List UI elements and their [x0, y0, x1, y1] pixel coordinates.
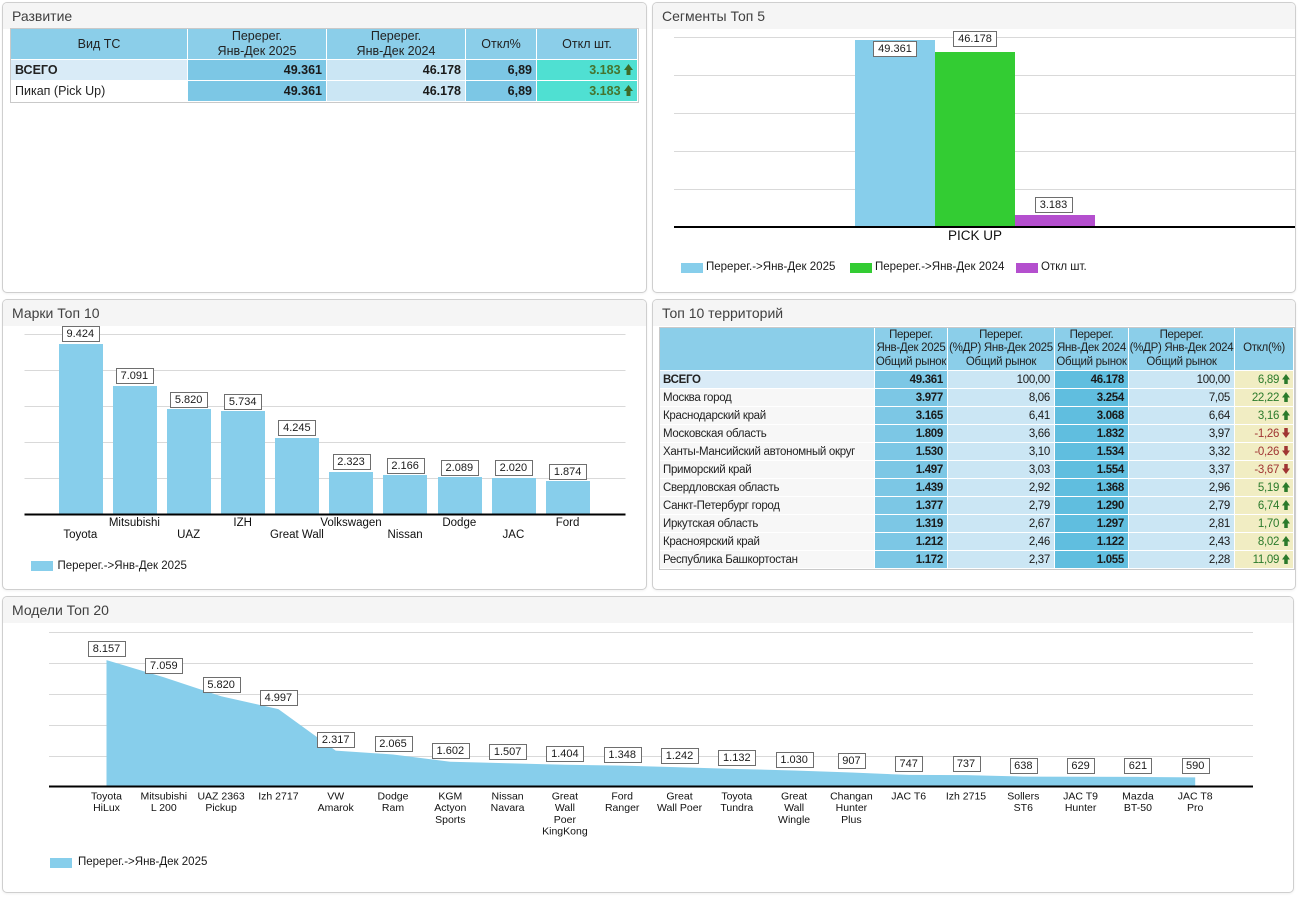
- svg-text:2.166: 2.166: [391, 460, 419, 472]
- svg-text:1.507: 1.507: [494, 746, 522, 758]
- svg-text:Plus: Plus: [841, 814, 861, 826]
- svg-text:1.602: 1.602: [437, 745, 465, 757]
- svg-text:Wall Poer: Wall Poer: [657, 802, 703, 814]
- svg-text:2.020: 2.020: [500, 462, 528, 474]
- svg-text:46.178: 46.178: [958, 33, 992, 45]
- svg-text:Mitsubishi: Mitsubishi: [140, 791, 187, 803]
- svg-text:2.089: 2.089: [446, 462, 474, 474]
- svg-text:1.874: 1.874: [554, 466, 582, 478]
- svg-text:Navara: Navara: [491, 802, 525, 814]
- svg-text:2.065: 2.065: [379, 738, 407, 750]
- svg-text:Dodge: Dodge: [442, 517, 476, 529]
- svg-text:HiLux: HiLux: [93, 802, 121, 814]
- svg-text:1.404: 1.404: [551, 748, 579, 760]
- svg-text:8.157: 8.157: [93, 643, 121, 655]
- svg-text:UAZ 2363: UAZ 2363: [197, 791, 244, 803]
- svg-text:4.245: 4.245: [283, 422, 311, 434]
- svg-text:737: 737: [957, 758, 975, 770]
- svg-text:Mazda: Mazda: [1122, 791, 1154, 803]
- svg-text:Ford: Ford: [556, 517, 580, 529]
- svg-text:Great Wall: Great Wall: [270, 529, 324, 541]
- svg-text:Amarok: Amarok: [318, 802, 355, 814]
- svg-text:Toyota: Toyota: [721, 791, 752, 803]
- svg-text:JAC: JAC: [503, 529, 525, 541]
- svg-text:Wingle: Wingle: [778, 814, 810, 826]
- svg-text:KGM: KGM: [438, 791, 462, 803]
- svg-text:VW: VW: [327, 791, 344, 803]
- svg-text:Toyota: Toyota: [91, 791, 122, 803]
- svg-text:IZH: IZH: [233, 517, 252, 529]
- svg-text:JAC T8: JAC T8: [1178, 791, 1213, 803]
- svg-text:Hunter: Hunter: [836, 802, 868, 814]
- svg-text:638: 638: [1014, 760, 1032, 772]
- svg-text:Toyota: Toyota: [63, 529, 97, 541]
- svg-text:907: 907: [842, 755, 860, 767]
- svg-text:Nissan: Nissan: [388, 529, 423, 541]
- svg-text:JAC T9: JAC T9: [1063, 791, 1098, 803]
- svg-text:Sports: Sports: [435, 814, 465, 826]
- svg-text:590: 590: [1186, 760, 1204, 772]
- svg-text:UAZ: UAZ: [177, 529, 200, 541]
- svg-text:BT-50: BT-50: [1124, 802, 1152, 814]
- svg-text:Tundra: Tundra: [720, 802, 753, 814]
- svg-text:Volkswagen: Volkswagen: [320, 517, 381, 529]
- svg-text:2.323: 2.323: [337, 456, 365, 468]
- svg-text:Changan: Changan: [830, 791, 873, 803]
- svg-text:5.820: 5.820: [207, 679, 235, 691]
- svg-text:Poer: Poer: [554, 814, 577, 826]
- svg-text:5.734: 5.734: [229, 396, 257, 408]
- svg-text:Pickup: Pickup: [205, 802, 237, 814]
- svg-text:9.424: 9.424: [67, 328, 95, 340]
- svg-text:Great: Great: [781, 791, 807, 803]
- svg-text:2.317: 2.317: [322, 734, 350, 746]
- svg-text:L 200: L 200: [151, 802, 177, 814]
- svg-text:Dodge: Dodge: [378, 791, 409, 803]
- svg-text:7.091: 7.091: [121, 370, 149, 382]
- svg-text:Sollers: Sollers: [1007, 791, 1039, 803]
- svg-text:Great: Great: [666, 791, 692, 803]
- svg-text:ST6: ST6: [1014, 802, 1033, 814]
- svg-text:Ram: Ram: [382, 802, 404, 814]
- svg-text:Actyon: Actyon: [434, 802, 466, 814]
- svg-text:Pro: Pro: [1187, 802, 1204, 814]
- svg-text:629: 629: [1071, 760, 1089, 772]
- svg-text:Ranger: Ranger: [605, 802, 640, 814]
- svg-text:621: 621: [1129, 760, 1147, 772]
- svg-text:747: 747: [900, 758, 918, 770]
- svg-text:KingKong: KingKong: [542, 826, 588, 838]
- svg-text:Izh 2715: Izh 2715: [946, 791, 986, 803]
- svg-text:49.361: 49.361: [878, 43, 912, 55]
- svg-text:Wall: Wall: [784, 802, 804, 814]
- svg-text:1.348: 1.348: [608, 749, 636, 761]
- svg-text:7.059: 7.059: [150, 660, 178, 672]
- svg-text:1.030: 1.030: [780, 754, 808, 766]
- svg-text:4.997: 4.997: [265, 692, 293, 704]
- svg-text:Hunter: Hunter: [1065, 802, 1097, 814]
- svg-text:5.820: 5.820: [175, 394, 203, 406]
- svg-text:Izh 2717: Izh 2717: [258, 791, 298, 803]
- svg-text:1.132: 1.132: [723, 752, 751, 764]
- svg-text:Ford: Ford: [611, 791, 633, 803]
- svg-text:Nissan: Nissan: [492, 791, 524, 803]
- svg-text:3.183: 3.183: [1040, 199, 1068, 211]
- svg-text:Wall: Wall: [555, 802, 575, 814]
- svg-text:JAC T6: JAC T6: [891, 791, 926, 803]
- svg-text:Mitsubishi: Mitsubishi: [109, 517, 160, 529]
- svg-text:PICK UP: PICK UP: [948, 228, 1002, 243]
- svg-text:1.242: 1.242: [666, 750, 694, 762]
- svg-text:Great: Great: [552, 791, 578, 803]
